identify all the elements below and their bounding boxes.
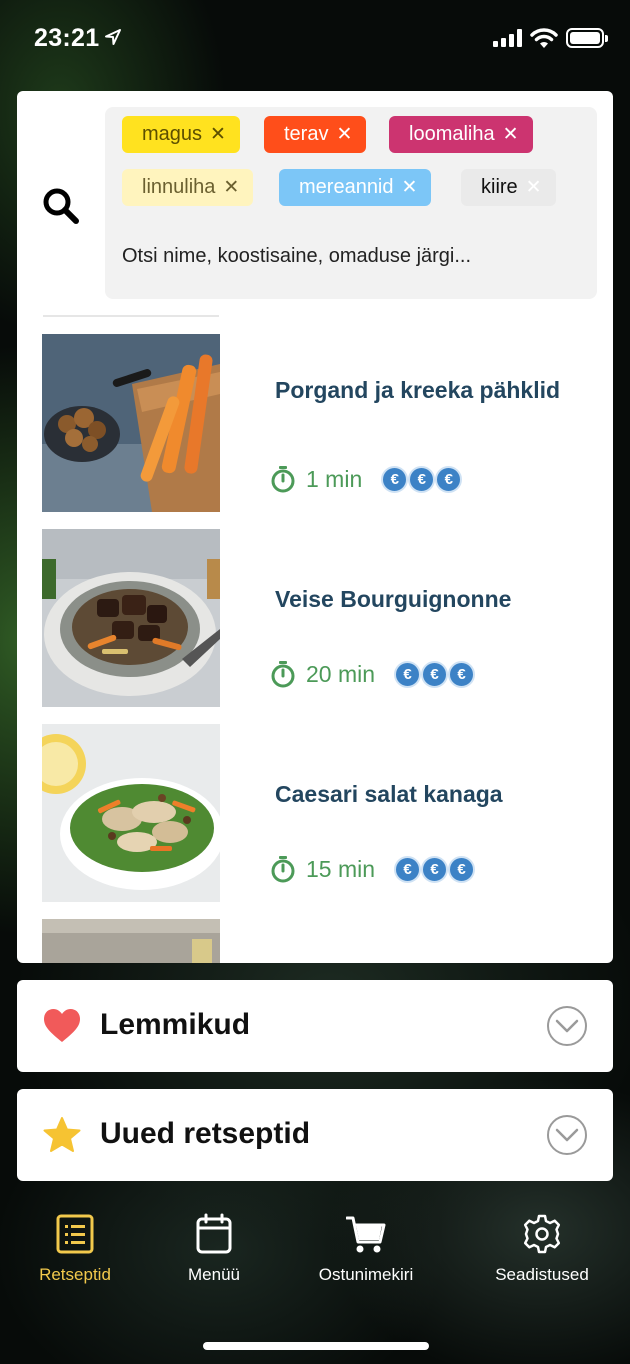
recipe-image: [42, 529, 220, 707]
cellular-signal-icon: [493, 29, 522, 47]
tab-ostunimekiri[interactable]: Ostunimekiri: [306, 1212, 426, 1285]
price-level: € € €: [394, 855, 476, 883]
list-icon: [56, 1214, 94, 1254]
tag-label: magus: [142, 123, 203, 145]
tab-menuu[interactable]: Menüü: [169, 1212, 259, 1285]
recipe-item[interactable]: [42, 919, 607, 963]
remove-tag-icon[interactable]: ✕: [210, 123, 226, 146]
tag-label: mereannid: [299, 176, 394, 198]
euro-icon: €: [421, 855, 449, 883]
recipe-item[interactable]: Caesari salat kanaga 15 min € € €: [42, 724, 607, 902]
euro-icon: €: [381, 465, 409, 493]
gear-icon: [523, 1214, 561, 1254]
status-time: 23:21: [34, 24, 100, 52]
euro-icon: €: [448, 660, 476, 688]
calendar-icon: [196, 1213, 232, 1254]
timer-icon: [271, 856, 295, 883]
price-level: € € €: [381, 465, 463, 493]
tab-label: Menüü: [188, 1265, 240, 1284]
euro-icon: €: [394, 660, 422, 688]
recipe-time: 15 min: [306, 855, 376, 882]
tag-label: terav: [284, 123, 329, 145]
recipe-title: Caesari salat kanaga: [275, 781, 503, 807]
list-divider: [43, 315, 219, 317]
location-arrow-icon: [105, 29, 121, 45]
remove-tag-icon[interactable]: ✕: [223, 176, 239, 199]
recipe-title: Porgand ja kreeka pähklid: [275, 377, 561, 403]
chevron-down-icon: [555, 1019, 579, 1033]
recipe-title: Veise Bourguignonne: [275, 586, 512, 612]
recipe-meta: 20 min € € €: [270, 660, 476, 688]
tag-chip-loomaliha[interactable]: loomaliha ✕: [389, 116, 533, 153]
search-icon[interactable]: [41, 186, 81, 226]
status-bar: 23:21: [0, 0, 630, 80]
new-recipes-section[interactable]: Uued retseptid: [17, 1089, 613, 1181]
tab-retseptid[interactable]: Retseptid: [30, 1212, 120, 1285]
battery-icon: [566, 28, 608, 48]
search-box[interactable]: magus ✕ terav ✕ loomaliha ✕ linnuliha ✕ …: [105, 107, 597, 299]
tab-seadistused[interactable]: Seadistused: [485, 1212, 599, 1285]
tag-label: linnuliha: [142, 176, 216, 198]
price-level: € € €: [394, 660, 476, 688]
expand-chevron-button[interactable]: [547, 1006, 587, 1046]
section-title: Lemmikud: [100, 1008, 251, 1041]
tag-chip-linnuliha[interactable]: linnuliha ✕: [122, 169, 254, 206]
recipe-time: 1 min: [306, 465, 363, 492]
tag-label: kiire: [481, 176, 518, 198]
search-input[interactable]: Otsi nime, koostisaine, omaduse järgi...: [122, 245, 471, 268]
euro-icon: €: [448, 855, 476, 883]
remove-tag-icon[interactable]: ✕: [503, 123, 519, 146]
tab-label: Seadistused: [495, 1265, 589, 1284]
euro-icon: €: [435, 465, 463, 493]
home-indicator[interactable]: [203, 1342, 429, 1350]
star-icon: [43, 1117, 81, 1152]
recipe-meta: 15 min € € €: [270, 855, 476, 883]
euro-icon: €: [421, 660, 449, 688]
recipe-item[interactable]: Veise Bourguignonne 20 min € € €: [42, 529, 607, 707]
recipe-image: [42, 334, 220, 512]
section-title: Uued retseptid: [100, 1117, 311, 1150]
tag-chip-terav[interactable]: terav ✕: [264, 116, 367, 153]
remove-tag-icon[interactable]: ✕: [526, 176, 542, 199]
remove-tag-icon[interactable]: ✕: [336, 123, 352, 146]
tag-label: loomaliha: [409, 123, 495, 145]
recipe-meta: 1 min € € €: [270, 465, 463, 493]
wifi-icon: [530, 28, 558, 48]
recipe-image: [42, 919, 220, 963]
heart-icon: [44, 1009, 80, 1042]
tag-chip-magus[interactable]: magus ✕: [122, 116, 240, 153]
tab-label: Ostunimekiri: [318, 1265, 414, 1284]
timer-icon: [271, 661, 295, 688]
recipe-image: [42, 724, 220, 902]
timer-icon: [271, 466, 295, 493]
tag-chip-kiire[interactable]: kiire ✕: [461, 169, 556, 206]
euro-icon: €: [394, 855, 422, 883]
remove-tag-icon[interactable]: ✕: [402, 176, 418, 199]
recipe-item[interactable]: Porgand ja kreeka pähklid 1 min € € €: [42, 334, 607, 512]
chevron-down-icon: [555, 1128, 579, 1142]
recipes-card: magus ✕ terav ✕ loomaliha ✕ linnuliha ✕ …: [17, 91, 613, 963]
euro-icon: €: [408, 465, 436, 493]
cart-icon: [346, 1216, 386, 1253]
tag-chip-mereannid[interactable]: mereannid ✕: [279, 169, 432, 206]
recipe-time: 20 min: [306, 660, 376, 687]
tab-label: Retseptid: [39, 1265, 111, 1284]
favorites-section[interactable]: Lemmikud: [17, 980, 613, 1072]
expand-chevron-button[interactable]: [547, 1115, 587, 1155]
